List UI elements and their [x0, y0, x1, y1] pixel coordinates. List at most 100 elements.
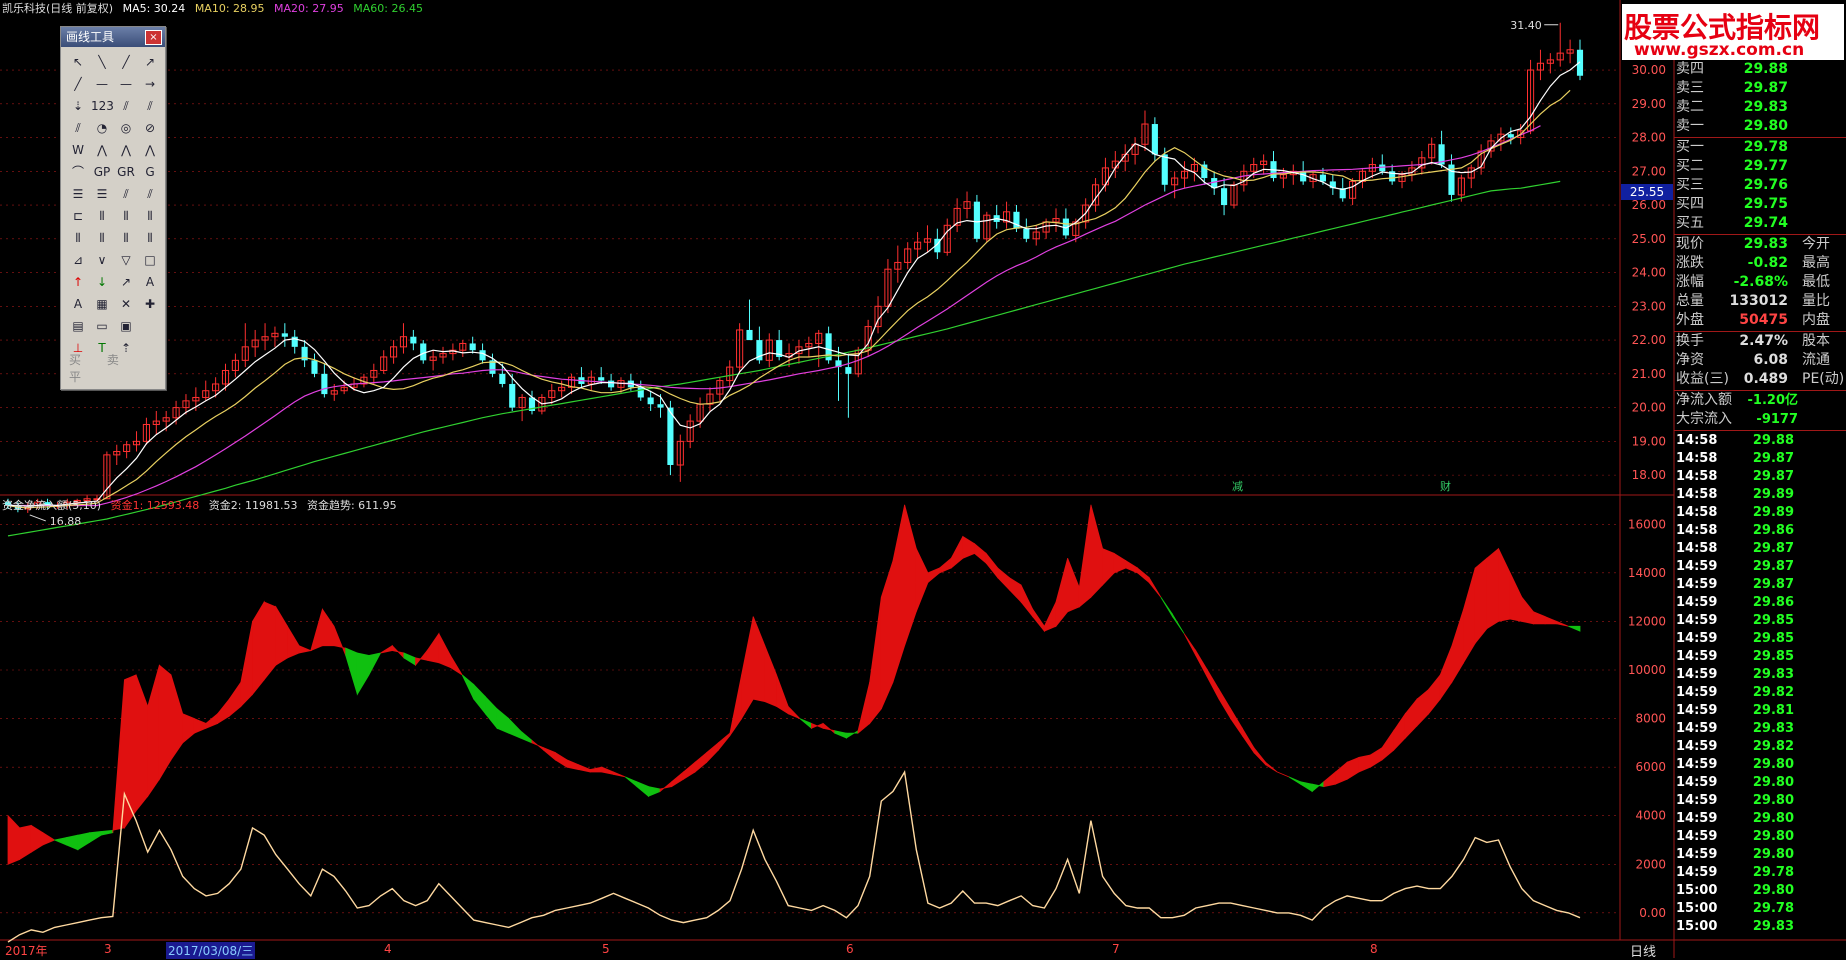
draw-tool-icon[interactable]: ⋀ — [115, 140, 137, 160]
candle — [1546, 53, 1554, 74]
draw-tool-icon[interactable]: ∨ — [91, 250, 113, 270]
tick-row: 14:59 29.82 — [1674, 738, 1846, 756]
toolbox-title[interactable]: 画线工具 × — [61, 27, 165, 47]
candle — [943, 218, 951, 256]
drawing-toolbox[interactable]: 画线工具 × ↖ ╲ ╱ ↗ ╱ — — → ⇣ 123 ⫽ ⫽ ⫽ ◔ ◎ ⊘ W ⋀ ⋀ ⋀ ⌒ GP GR G ☰ ☰ ⫽ ⫽ ⊏… — [60, 26, 166, 390]
draw-tool-icon[interactable]: GR — [115, 162, 137, 182]
period-label[interactable]: 日线 — [1630, 941, 1656, 960]
draw-tool-icon[interactable]: ⫽ — [67, 118, 89, 138]
draw-tool-icon[interactable]: ↓ — [91, 272, 113, 292]
draw-tool-icon[interactable]: 123 — [91, 96, 114, 116]
fund-band-segment — [1241, 726, 1255, 754]
candle-body — [321, 373, 328, 395]
draw-tool-icon[interactable]: ↖ — [67, 52, 89, 72]
draw-tool-icon[interactable]: GP — [91, 162, 113, 182]
draw-tool-icon[interactable]: ▣ — [115, 316, 137, 336]
fund-band-segment — [1043, 601, 1057, 632]
draw-tool-icon[interactable]: A — [139, 272, 161, 292]
date-axis: 2017年 3 2017/03/08/三 4 5 6 7 8 — [0, 941, 1622, 959]
draw-tool-icon[interactable]: ⫽ — [115, 184, 137, 204]
draw-tool-icon[interactable]: ⫽ — [139, 96, 161, 116]
candle-body — [1161, 154, 1168, 185]
draw-tool-icon[interactable]: ▽ — [115, 250, 137, 270]
draw-tool-icon[interactable]: ↑ — [67, 272, 89, 292]
draw-tool-icon[interactable]: ⋀ — [139, 140, 161, 160]
draw-tool-icon[interactable]: G — [139, 162, 161, 182]
draw-tool-icon[interactable]: → — [139, 74, 161, 94]
date-tick-label: 6 — [846, 942, 854, 956]
draw-tool-icon[interactable]: ▭ — [91, 316, 113, 336]
draw-tool-icon[interactable]: ╲ — [91, 52, 113, 72]
candle — [894, 245, 902, 283]
indicator-tick-label: 4000 — [1635, 809, 1666, 823]
fund-band-segment — [77, 832, 90, 851]
fund-band-segment — [624, 776, 638, 788]
draw-tool-icon[interactable]: ↗ — [139, 52, 161, 72]
fund-band-segment — [1055, 558, 1069, 628]
fund-band-segment — [671, 771, 684, 788]
draw-tool-icon[interactable]: ↗ — [115, 272, 137, 292]
draw-tool-icon[interactable]: ◎ — [115, 118, 137, 138]
draw-tool-icon[interactable] — [139, 316, 161, 336]
draw-tool-icon[interactable]: ⫽ — [139, 184, 161, 204]
draw-tool-icon[interactable]: ⊿ — [67, 250, 89, 270]
candle — [1300, 161, 1307, 185]
draw-tool-icon[interactable]: ⌒ — [67, 162, 89, 182]
draw-tool-icon[interactable]: ⫽ — [115, 96, 137, 116]
fund-band-segment — [228, 680, 242, 717]
draw-tool-icon[interactable]: ▦ — [91, 294, 113, 314]
draw-tool-icon[interactable]: ▤ — [67, 316, 89, 336]
fund-band-segment — [461, 674, 475, 700]
draw-tool-icon[interactable]: ⊘ — [139, 118, 161, 138]
quote-value: 29.75 — [1743, 196, 1788, 212]
candle — [815, 329, 823, 368]
draw-tool-icon[interactable]: ⇣ — [67, 96, 89, 116]
draw-tool-icon[interactable]: □ — [139, 250, 161, 270]
fund-band-segment — [799, 718, 812, 730]
fund-band-segment — [834, 730, 847, 739]
candle — [399, 323, 408, 354]
price-tick-label: 26.00 — [1632, 198, 1666, 212]
draw-tool-icon[interactable]: ╱ — [115, 52, 137, 72]
close-icon[interactable]: × — [145, 30, 162, 45]
event-marker: 财 — [1440, 479, 1451, 493]
draw-tool-icon[interactable]: — — [91, 74, 113, 94]
fund-band-segment — [974, 542, 987, 564]
draw-tool-icon[interactable]: ⦀ — [115, 228, 137, 248]
quote-extra-label: 量比 — [1802, 293, 1830, 309]
draw-tool-icon[interactable]: ✚ — [139, 294, 161, 314]
draw-tool-icon[interactable]: ⊏ — [67, 206, 89, 226]
candle — [1270, 151, 1277, 182]
draw-tool-icon[interactable]: A — [67, 294, 89, 314]
draw-tool-icon[interactable]: ⦀ — [115, 206, 137, 226]
candle — [716, 377, 724, 401]
quote-label: 净资 — [1676, 352, 1704, 368]
draw-tool-icon[interactable]: ⦀ — [139, 206, 161, 226]
draw-tool-icon[interactable]: W — [67, 140, 89, 160]
draw-tool-icon[interactable]: ✕ — [115, 294, 137, 314]
candle — [706, 387, 714, 411]
bid-row: 买一 29.78 — [1674, 138, 1846, 157]
tick-price: 29.89 — [1752, 505, 1794, 520]
draw-tool-icon[interactable]: ⋀ — [91, 140, 113, 160]
price-tick-label: 18.00 — [1632, 468, 1666, 482]
tick-price: 29.89 — [1752, 487, 1794, 502]
stock-chart[interactable]: 30.0029.0028.0027.0026.0025.0024.0023.00… — [0, 0, 1846, 958]
low-pointer — [29, 514, 46, 522]
fund-band-segment — [170, 674, 184, 762]
draw-tool-icon[interactable]: ⦀ — [67, 228, 89, 248]
draw-tool-icon[interactable]: ☰ — [91, 184, 113, 204]
fund-band-segment — [939, 557, 952, 574]
fund-band-segment — [53, 837, 67, 846]
draw-tool-icon[interactable]: ◔ — [91, 118, 113, 138]
draw-tool-icon[interactable]: ⦀ — [139, 228, 161, 248]
quote-label: 涨跌 — [1676, 255, 1704, 271]
draw-tool-icon[interactable]: ⦀ — [91, 228, 113, 248]
draw-tool-icon[interactable]: — — [115, 74, 137, 94]
draw-tool-icon[interactable]: ⦀ — [91, 206, 113, 226]
fund-band-segment — [473, 683, 486, 715]
draw-tool-icon[interactable]: ☰ — [67, 184, 89, 204]
draw-tool-icon[interactable]: ╱ — [67, 74, 89, 94]
tick-time: 14:59 — [1676, 865, 1718, 880]
candle — [1052, 208, 1060, 233]
